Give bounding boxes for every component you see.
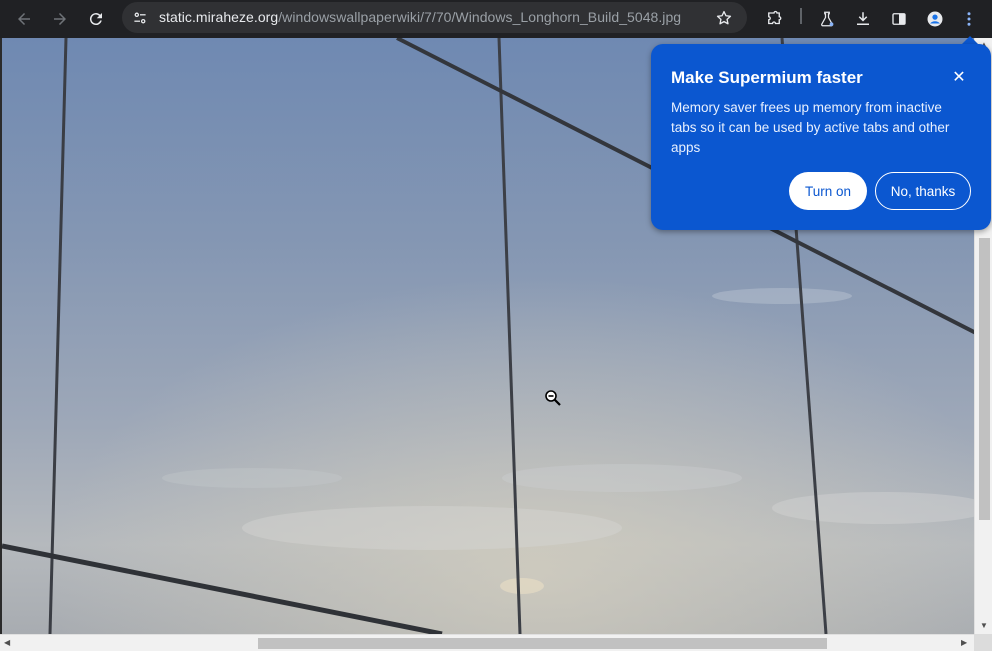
scroll-down-arrow-icon[interactable]: ▼ [980,622,988,630]
download-icon [857,12,869,25]
site-info-icon[interactable] [130,8,150,28]
forward-arrow-icon [54,13,66,25]
reload-icon [89,13,102,26]
toolbar-separator [800,8,802,24]
close-icon[interactable]: ✕ [948,66,970,88]
turn-on-button[interactable]: Turn on [789,172,867,210]
reload-button[interactable] [80,3,112,35]
profile-avatar-icon [927,11,943,27]
horizontal-scrollbar[interactable]: ◀ ▶ [0,634,974,651]
zoom-out-cursor-icon [545,390,561,406]
memory-saver-promo-bubble: Make Supermium faster ✕ Memory saver fre… [651,44,991,230]
downloads-button[interactable] [847,3,879,35]
no-thanks-button[interactable]: No, thanks [875,172,971,210]
labs-button[interactable] [811,3,843,35]
labs-flask-icon [821,11,834,27]
forward-button[interactable] [44,3,76,35]
url-text[interactable]: static.miraheze.org/windowswallpaperwiki… [159,9,681,25]
address-bar[interactable]: static.miraheze.org/windowswallpaperwiki… [122,2,747,33]
url-path: /windowswallpaperwiki/7/70/Windows_Longh… [278,9,682,25]
scroll-right-arrow-icon[interactable]: ▶ [961,639,967,647]
scroll-left-arrow-icon[interactable]: ◀ [4,639,10,647]
profile-button[interactable] [919,3,951,35]
back-arrow-icon [18,13,30,25]
more-menu-button[interactable] [953,3,985,35]
back-button[interactable] [8,3,40,35]
more-menu-icon [967,12,971,26]
side-panel-icon [892,13,906,25]
vertical-scroll-thumb[interactable] [979,238,990,520]
bookmark-star-icon[interactable] [708,2,739,33]
horizontal-scroll-thumb[interactable] [258,638,827,649]
side-panel-button[interactable] [883,3,915,35]
popup-body: Memory saver frees up memory from inacti… [671,100,950,155]
popup-title: Make Supermium faster [671,68,863,87]
extensions-button[interactable] [758,3,790,35]
browser-toolbar: static.miraheze.org/windowswallpaperwiki… [0,0,992,38]
scrollbar-corner [974,634,992,651]
url-domain: static.miraheze.org [159,9,279,25]
extensions-icon [768,10,782,25]
